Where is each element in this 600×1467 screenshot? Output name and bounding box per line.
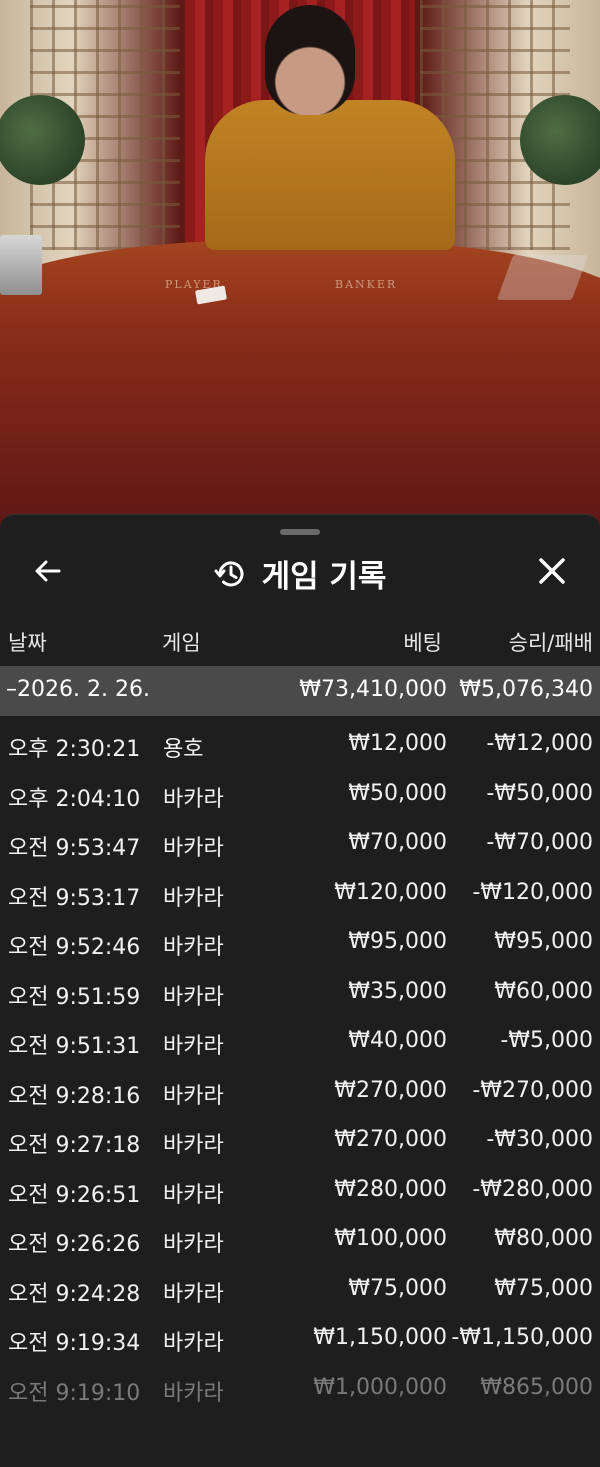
row-bet: ₩1,000,000: [313, 1374, 447, 1400]
row-result: -₩12,000: [486, 731, 593, 756]
row-game: 바카라: [163, 1133, 224, 1158]
row-time: 오전 9:24:28: [8, 1281, 141, 1307]
list-fade-overlay: [0, 1417, 600, 1467]
history-row[interactable]: 오전 9:53:17 바카라 ₩120,000 -₩120,000: [0, 869, 600, 919]
row-bet: ₩270,000: [334, 1127, 447, 1152]
history-row[interactable]: 오전 9:19:10 바카라 ₩1,000,000 ₩865,000: [0, 1364, 600, 1414]
summary-bet-total: ₩73,410,000: [299, 677, 447, 702]
history-row[interactable]: 오전 9:19:34 바카라 ₩1,150,000 -₩1,150,000: [0, 1314, 600, 1364]
row-result: -₩270,000: [472, 1077, 593, 1103]
history-row[interactable]: 오전 9:26:26 바카라 ₩100,000 ₩80,000: [0, 1215, 600, 1265]
history-row[interactable]: 오전 9:27:18 바카라 ₩270,000 -₩30,000: [0, 1116, 600, 1166]
sheet-title: 게임 기록: [261, 559, 387, 595]
row-time: 오전 9:19:34: [8, 1331, 141, 1356]
row-result: ₩95,000: [494, 929, 593, 954]
row-game: 바카라: [163, 984, 224, 1010]
history-row[interactable]: 오전 9:26:51 바카라 ₩280,000 -₩280,000: [0, 1166, 600, 1216]
history-row[interactable]: 오전 9:51:59 바카라 ₩35,000 ₩60,000: [0, 968, 600, 1018]
felt-banker-label: BANKER: [335, 278, 398, 291]
row-result: -₩30,000: [486, 1127, 593, 1152]
row-result: ₩75,000: [494, 1275, 593, 1301]
row-bet: ₩100,000: [334, 1226, 447, 1251]
row-time: 오전 9:53:17: [8, 885, 141, 911]
row-time: 오전 9:52:46: [8, 935, 141, 960]
title-group: 게임 기록: [0, 551, 600, 596]
row-game: 용호: [163, 737, 204, 762]
card-shoe: [0, 235, 42, 295]
history-row[interactable]: 오전 9:53:47 바카라 ₩70,000 -₩70,000: [0, 819, 600, 869]
sheet-header: 게임 기록: [0, 539, 600, 601]
row-bet: ₩50,000: [348, 780, 447, 806]
row-time: 오전 9:28:16: [8, 1083, 141, 1109]
row-time: 오전 9:27:18: [8, 1133, 141, 1158]
history-row[interactable]: 오전 9:52:46 바카라 ₩95,000 ₩95,000: [0, 918, 600, 968]
row-time: 오전 9:51:31: [8, 1034, 141, 1059]
history-row[interactable]: 오전 9:24:28 바카라 ₩75,000 ₩75,000: [0, 1265, 600, 1315]
row-game: 바카라: [163, 885, 224, 911]
sheet-drag-handle[interactable]: [280, 529, 320, 535]
row-game: 바카라: [163, 1083, 224, 1109]
row-game: 바카라: [163, 1182, 224, 1208]
row-game: 바카라: [163, 786, 224, 812]
row-time: 오후 2:30:21: [8, 737, 141, 762]
close-button[interactable]: [534, 553, 570, 589]
row-time: 오후 2:04:10: [8, 786, 141, 812]
history-row[interactable]: 오후 2:30:21 용호 ₩12,000 -₩12,000: [0, 720, 600, 770]
history-icon: [214, 560, 244, 586]
row-result: -₩5,000: [500, 1028, 593, 1053]
row-game: 바카라: [163, 1331, 224, 1356]
row-time: 오전 9:26:51: [8, 1182, 141, 1208]
row-result: ₩60,000: [494, 978, 593, 1004]
history-row[interactable]: 오전 9:51:31 바카라 ₩40,000 -₩5,000: [0, 1017, 600, 1067]
row-result: ₩865,000: [480, 1374, 593, 1400]
row-game: 바카라: [163, 836, 224, 861]
row-time: 오전 9:19:10: [8, 1380, 141, 1406]
row-time: 오전 9:26:26: [8, 1232, 141, 1257]
row-game: 바카라: [163, 1380, 224, 1406]
column-header-date[interactable]: 날짜: [8, 627, 47, 657]
history-row[interactable]: 오전 9:28:16 바카라 ₩270,000 -₩270,000: [0, 1067, 600, 1117]
row-bet: ₩270,000: [334, 1077, 447, 1103]
summary-result-total: ₩5,076,340: [459, 677, 593, 702]
row-bet: ₩12,000: [348, 731, 447, 756]
column-header-game[interactable]: 게임: [162, 627, 201, 657]
column-header-row: 날짜 게임 베팅 승리/패배: [0, 621, 600, 661]
close-icon: [539, 558, 565, 584]
row-result: -₩50,000: [486, 780, 593, 806]
bonsai-right: [520, 95, 600, 185]
row-time: 오전 9:53:47: [8, 836, 141, 861]
row-bet: ₩40,000: [348, 1028, 447, 1053]
row-bet: ₩95,000: [348, 929, 447, 954]
row-bet: ₩35,000: [348, 978, 447, 1004]
history-list: 오후 2:30:21 용호 ₩12,000 -₩12,000 오후 2:04:10 바카…: [0, 720, 600, 1413]
row-bet: ₩70,000: [348, 830, 447, 855]
row-result: -₩280,000: [472, 1176, 593, 1202]
date-summary-row[interactable]: –2026. 2. 26. ₩73,410,000 ₩5,076,340: [0, 666, 600, 716]
row-bet: ₩120,000: [334, 879, 447, 905]
column-header-bet[interactable]: 베팅: [403, 627, 442, 657]
row-game: 바카라: [163, 935, 224, 960]
dealer-head: [265, 5, 355, 115]
row-result: ₩80,000: [494, 1226, 593, 1251]
row-time: 오전 9:51:59: [8, 984, 141, 1010]
history-row[interactable]: 오후 2:04:10 바카라 ₩50,000 -₩50,000: [0, 770, 600, 820]
row-result: -₩70,000: [486, 830, 593, 855]
row-game: 바카라: [163, 1232, 224, 1257]
column-header-result[interactable]: 승리/패배: [509, 627, 593, 657]
dealer-body: [205, 100, 455, 250]
row-bet: ₩280,000: [334, 1176, 447, 1202]
live-video-feed: PLAYER BANKER: [0, 0, 600, 540]
row-game: 바카라: [163, 1034, 224, 1059]
row-bet: ₩1,150,000: [313, 1325, 447, 1350]
row-game: 바카라: [163, 1281, 224, 1307]
summary-date: –2026. 2. 26.: [6, 677, 150, 702]
row-result: -₩1,150,000: [451, 1325, 593, 1350]
row-result: -₩120,000: [472, 879, 593, 905]
row-bet: ₩75,000: [348, 1275, 447, 1301]
game-history-sheet: 게임 기록 날짜 게임 베팅 승리/패배 –2026. 2. 26. ₩73,4…: [0, 514, 600, 1467]
